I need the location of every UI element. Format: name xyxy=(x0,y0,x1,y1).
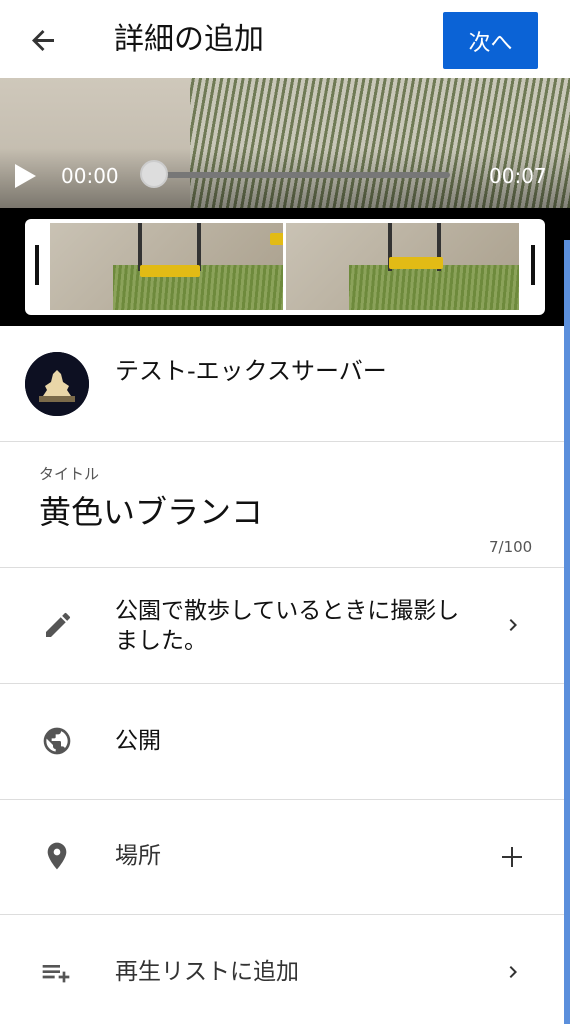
avatar xyxy=(25,352,89,416)
duration: 00:07 xyxy=(489,164,547,188)
title-label: タイトル xyxy=(39,465,100,483)
page-title: 詳細の追加 xyxy=(114,22,264,57)
visibility-value: 公開 xyxy=(115,728,161,754)
back-button[interactable] xyxy=(24,20,64,60)
current-time: 00:00 xyxy=(61,164,119,188)
chevron-right-icon xyxy=(509,966,517,978)
filmstrip-thumbnail xyxy=(50,223,283,310)
scroll-indicator xyxy=(564,240,570,1024)
playlist-label: 再生リストに追加 xyxy=(115,959,299,985)
seek-bar[interactable] xyxy=(152,172,450,178)
globe-icon xyxy=(43,727,71,755)
visibility-row[interactable] xyxy=(0,683,564,800)
play-icon xyxy=(15,164,36,188)
next-button[interactable]: 次へ xyxy=(443,12,538,69)
chevron-right-icon xyxy=(509,619,517,631)
title-field[interactable]: 黄色いブランコ xyxy=(39,490,263,534)
channel-name: テスト-エックスサーバー xyxy=(115,357,387,385)
char-counter: 7/100 xyxy=(489,538,533,556)
plus-icon[interactable] xyxy=(500,845,524,869)
arrow-back-icon xyxy=(32,30,54,51)
location-row[interactable] xyxy=(0,799,564,915)
location-placeholder: 場所 xyxy=(115,843,161,869)
trim-handle-right[interactable] xyxy=(531,245,535,285)
trim-handle-left[interactable] xyxy=(35,245,39,285)
play-button[interactable] xyxy=(12,163,38,189)
location-pin-icon xyxy=(47,842,67,870)
filmstrip-thumbnail xyxy=(286,223,519,310)
seek-thumb[interactable] xyxy=(140,160,168,188)
playlist-add-icon xyxy=(42,965,70,983)
description-text: 公園で散歩しているときに撮影しました。 xyxy=(115,598,460,654)
pencil-icon xyxy=(46,612,70,637)
